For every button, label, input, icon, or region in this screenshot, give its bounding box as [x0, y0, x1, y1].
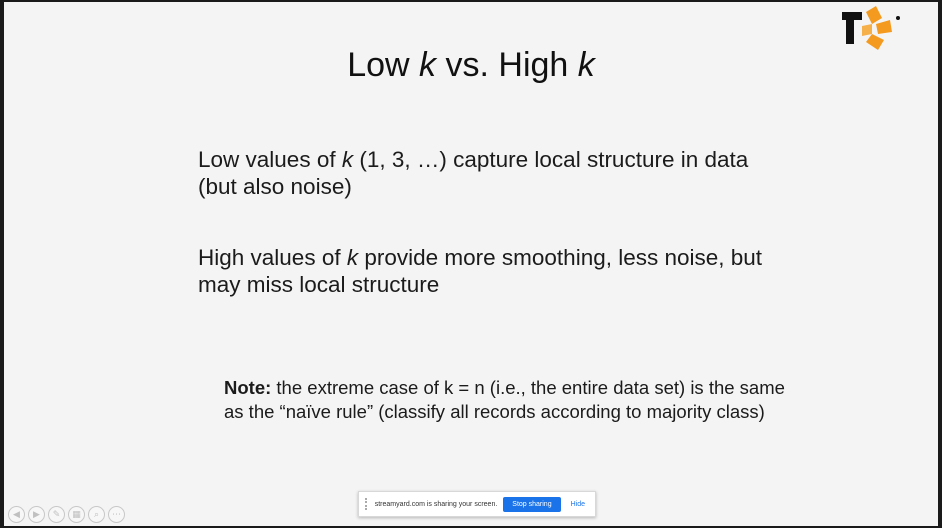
pen-icon[interactable]: ✎ [48, 506, 65, 523]
hide-button[interactable]: Hide [567, 501, 589, 508]
slides-icon[interactable]: ▦ [68, 506, 85, 523]
zoom-icon[interactable]: ⌕ [88, 506, 105, 523]
slide-title: Low k vs. High k [347, 46, 595, 84]
more-icon[interactable]: ⋯ [108, 506, 125, 523]
stop-sharing-button[interactable]: Stop sharing [503, 496, 561, 512]
prev-slide-icon[interactable]: ◀ [8, 506, 25, 523]
note-paragraph: Note: the extreme case of k = n (i.e., t… [224, 377, 785, 422]
note-label: Note: [224, 377, 272, 398]
screen-share-notification: streamyard.com is sharing your screen. S… [358, 491, 596, 517]
share-message: streamyard.com is sharing your screen. [374, 500, 498, 508]
presentation-slide: Low k vs. High k Low values of k (1, 3, … [4, 2, 938, 526]
screen: Low k vs. High k Low values of k (1, 3, … [0, 0, 942, 528]
bullet-high-k: High values of k provide more smoothing,… [198, 245, 763, 297]
next-slide-icon[interactable]: ▶ [28, 506, 45, 523]
slideshow-controls: ◀ ▶ ✎ ▦ ⌕ ⋯ [8, 506, 125, 523]
bullet-low-k: Low values of k (1, 3, …) capture local … [198, 147, 749, 199]
drag-handle-icon[interactable] [365, 498, 369, 510]
